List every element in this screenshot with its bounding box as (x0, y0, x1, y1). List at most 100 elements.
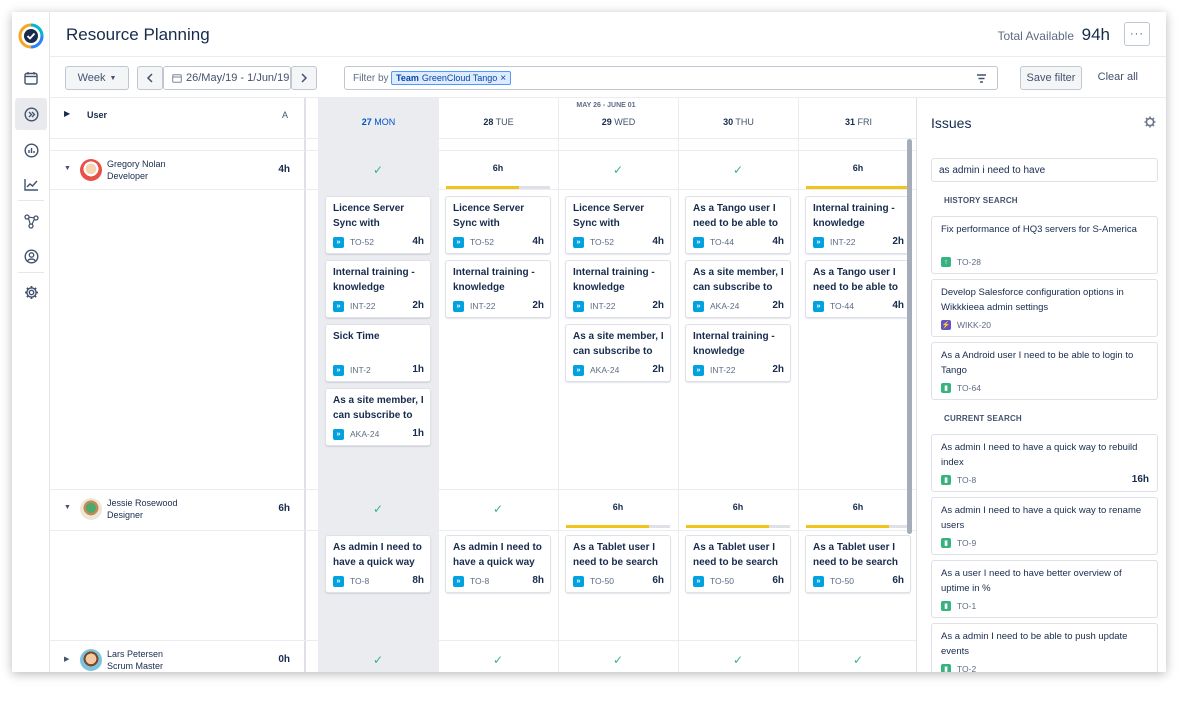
prev-week-button[interactable] (137, 66, 163, 90)
story-icon: ▮ (941, 601, 951, 611)
task-card[interactable]: Internal training - knowledge » INT-22 2h (805, 196, 911, 254)
task-card[interactable]: As admin I need to have a quick way » TO-8… (325, 535, 431, 593)
user-row[interactable]: ▼ Gregory Nolan Developer 4h (50, 150, 306, 490)
task-title: Internal training - knowledge (813, 203, 895, 229)
task-title: As a Tablet user I need to be search (693, 542, 779, 568)
day-load-hours: 6h (732, 502, 744, 512)
history-search-label: HISTORY SEARCH (944, 196, 1018, 205)
team-filter-chip[interactable]: Team GreenCloud Tango × (391, 71, 512, 85)
expand-caret-icon[interactable]: ▶ (64, 655, 69, 663)
sort-header[interactable]: A (282, 110, 288, 120)
current-search-label: CURRENT SEARCH (944, 414, 1022, 423)
task-type-icon: » (693, 237, 704, 248)
issue-card[interactable]: As a admin I need to be able to push upd… (931, 623, 1158, 672)
filter-menu-icon[interactable] (976, 74, 987, 83)
reports-icon[interactable] (15, 134, 47, 166)
available-check-icon: ✓ (372, 163, 384, 177)
task-title: As a site member, I can subscribe to (573, 331, 664, 357)
task-hours: 4h (652, 236, 664, 247)
task-type-icon: » (333, 429, 344, 440)
task-card[interactable]: As a site member, I can subscribe to » AKA… (685, 260, 791, 318)
task-card[interactable]: Licence Server Sync with » TO-52 4h (325, 196, 431, 254)
task-card[interactable]: Internal training - knowledge » INT-22 2h (445, 260, 551, 318)
task-card[interactable]: As a Tablet user I need to be search » TO-… (565, 535, 671, 593)
issue-key: TO-64 (957, 383, 981, 393)
available-check-icon: ✓ (612, 653, 624, 667)
task-key: TO-52 (350, 237, 374, 247)
issue-card[interactable]: As admin I need to have a quick way to r… (931, 434, 1158, 492)
save-filter-button[interactable]: Save filter (1020, 66, 1082, 90)
day-header[interactable]: 30 THU (679, 117, 798, 127)
user-profile-icon[interactable] (15, 240, 47, 272)
issue-search-input[interactable]: as admin i need to have (931, 158, 1158, 182)
more-options-button[interactable]: ··· (1124, 22, 1150, 46)
grid-row-divider (50, 150, 916, 151)
task-card[interactable]: Licence Server Sync with » TO-52 4h (565, 196, 671, 254)
day-column-thu: 30 THU ✓ As a Tango user I need to be able… (678, 98, 798, 672)
task-title: Internal training - knowledge (693, 331, 775, 357)
user-column-header[interactable]: User (87, 110, 107, 120)
task-key: TO-50 (830, 576, 854, 586)
settings-gear-icon[interactable] (15, 276, 47, 308)
day-number: 29 (601, 117, 612, 127)
day-header[interactable]: 29 WED (559, 117, 678, 127)
app-window: Resource Planning Total Available 94h ··… (12, 12, 1166, 672)
day-header[interactable]: 31 FRI (799, 117, 916, 127)
workflow-icon[interactable] (15, 205, 47, 237)
chip-close-icon[interactable]: × (500, 73, 506, 84)
available-check-icon: ✓ (372, 502, 384, 516)
user-row[interactable]: ▶ Lars Petersen Scrum Master 0h (50, 640, 306, 672)
day-header[interactable]: 28 TUE (439, 117, 558, 127)
total-available-label: Total Available (997, 29, 1075, 43)
task-card[interactable]: Internal training - knowledge » INT-22 2h (565, 260, 671, 318)
task-card[interactable]: As a Tango user I need to be able to » TO-… (805, 260, 911, 318)
user-column: ▶ User A ▼ Gregory Nolan Developer 4h ▼ Jessi… (50, 98, 306, 672)
collapse-all-caret-icon[interactable]: ▶ (64, 109, 70, 118)
issue-card[interactable]: As a user I need to have better overview… (931, 560, 1158, 618)
view-select[interactable]: Week ▼ (65, 66, 129, 90)
task-title: As a Tablet user I need to be search (813, 542, 899, 568)
clear-all-link[interactable]: Clear all (1098, 71, 1138, 83)
task-key: TO-44 (830, 301, 854, 311)
issue-card[interactable]: As admin I need to have a quick way to r… (931, 497, 1158, 555)
task-card[interactable]: Internal training - knowledge » INT-22 2h (685, 324, 791, 382)
task-key: TO-8 (470, 576, 490, 586)
task-card[interactable]: As a site member, I can subscribe to » AKA… (325, 388, 431, 446)
task-card[interactable]: As a Tablet user I need to be search » TO-… (685, 535, 791, 593)
planning-icon[interactable] (15, 98, 47, 130)
user-role: Developer (107, 171, 149, 181)
date-range-picker[interactable]: 26/May/19 - 1/Jun/19 (163, 66, 291, 90)
collapse-caret-icon[interactable]: ▼ (64, 504, 71, 511)
task-card[interactable]: As a Tango user I need to be able to » TO-… (685, 196, 791, 254)
task-type-icon: » (813, 237, 824, 248)
task-card[interactable]: As a site member, I can subscribe to » AKA… (565, 324, 671, 382)
available-check-icon: ✓ (852, 653, 864, 667)
task-card[interactable]: Sick Time » INT-2 1h (325, 324, 431, 382)
issues-panel: Issues as admin i need to have HISTORY S… (916, 98, 1166, 672)
task-hours: 4h (532, 236, 544, 247)
user-row[interactable]: ▼ Jessie Rosewood Designer 6h (50, 489, 306, 640)
calendar-small-icon (172, 74, 182, 83)
issue-title: As a Android user I need to be able to l… (941, 350, 1134, 376)
app-logo-icon[interactable] (15, 20, 47, 52)
avatar (80, 498, 102, 520)
task-card[interactable]: Licence Server Sync with » TO-52 4h (445, 196, 551, 254)
task-card[interactable]: As admin I need to have a quick way » TO-8… (445, 535, 551, 593)
calendar-icon[interactable] (15, 62, 47, 94)
task-card[interactable]: As a Tablet user I need to be search » TO-… (805, 535, 911, 593)
task-hours: 1h (412, 364, 424, 375)
user-total-hours: 6h (278, 503, 290, 514)
panel-settings-gear-icon[interactable] (1144, 116, 1156, 128)
issue-card[interactable]: Develop Salesforce configuration options… (931, 279, 1158, 337)
grid-row-divider (50, 640, 916, 641)
load-bar-track (649, 525, 670, 528)
issue-card[interactable]: Fix performance of HQ3 servers for S-Ame… (931, 216, 1158, 274)
filter-bar[interactable]: Filter by Team GreenCloud Tango × (344, 66, 998, 90)
day-header[interactable]: 27 MON (319, 117, 438, 127)
collapse-caret-icon[interactable]: ▼ (64, 165, 71, 172)
task-card[interactable]: Internal training - knowledge » INT-22 2h (325, 260, 431, 318)
grid-scrollbar[interactable] (907, 139, 912, 534)
trend-chart-icon[interactable] (15, 168, 47, 200)
next-week-button[interactable] (291, 66, 317, 90)
issue-card[interactable]: As a Android user I need to be able to l… (931, 342, 1158, 400)
